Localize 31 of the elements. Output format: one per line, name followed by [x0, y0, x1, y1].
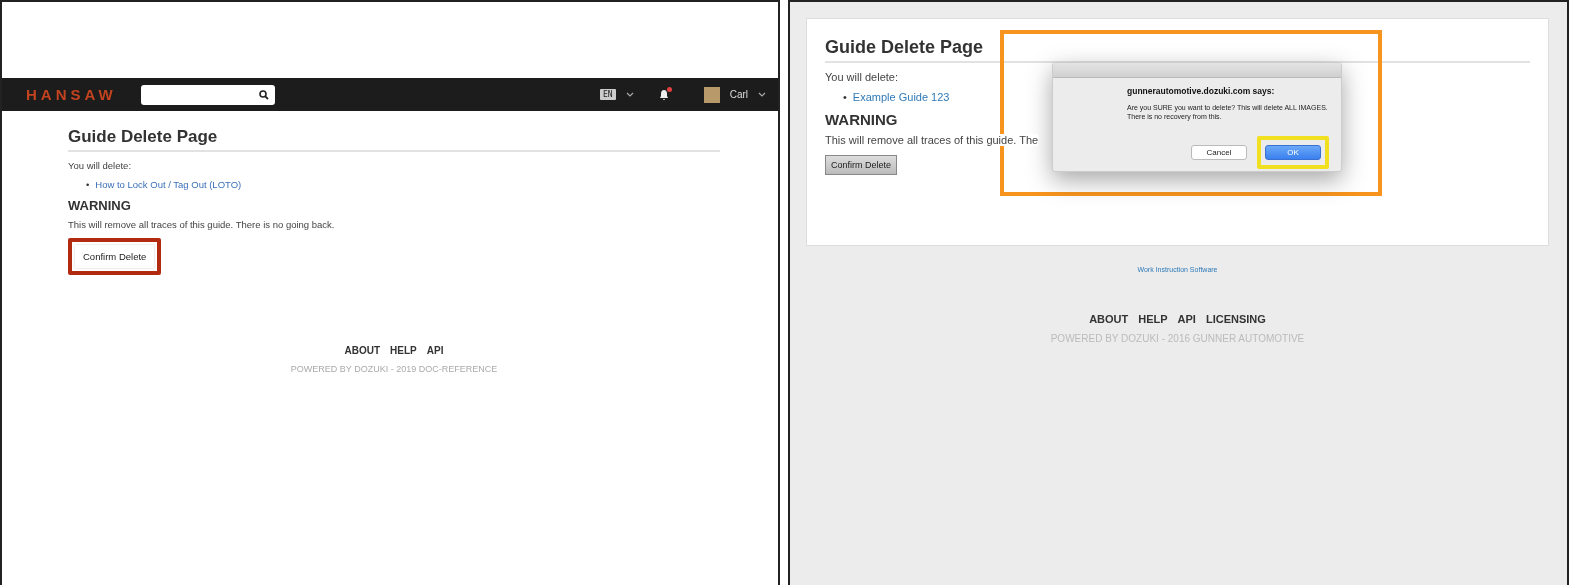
warning-heading: WARNING: [825, 111, 898, 128]
guide-link[interactable]: Example Guide 123: [852, 91, 950, 103]
confirm-delete-button[interactable]: Confirm Delete: [825, 155, 898, 175]
bullet: •: [86, 179, 90, 190]
footer-link[interactable]: LICENSING: [1205, 313, 1266, 325]
footer-link[interactable]: API: [426, 345, 444, 356]
powered-by-text: POWERED BY DOZUKI - 2019 DOC-REFERENCE: [289, 364, 499, 374]
footer-link[interactable]: HELP: [1138, 313, 1168, 325]
chevron-down-icon[interactable]: [758, 91, 766, 98]
page-title: Guide Delete Page: [68, 127, 720, 152]
dialog-button[interactable]: Cancel: [1191, 144, 1247, 160]
warning-heading: WARNING: [68, 198, 131, 213]
bullet: •: [843, 91, 847, 103]
footer-link[interactable]: ABOUT: [344, 345, 381, 356]
footer-link[interactable]: API: [1177, 313, 1196, 325]
dialog-title: gunnerautomotive.dozuki.com says:: [1127, 86, 1276, 96]
search-field[interactable]: [140, 84, 275, 105]
chevron-down-icon[interactable]: [625, 91, 634, 98]
bell-icon[interactable]: [657, 88, 670, 101]
warning-text: This will remove all traces of this guide. There is no going back.: [68, 219, 336, 230]
user-name[interactable]: Carl: [729, 89, 748, 100]
language-selector[interactable]: EN: [600, 89, 616, 100]
confirm-delete-button[interactable]: Confirm Delete: [75, 245, 155, 268]
footer-link[interactable]: ABOUT: [1089, 313, 1129, 325]
intro-text: You will delete:: [825, 71, 898, 83]
intro-text: You will delete:: [68, 160, 133, 171]
warning-text: This will remove all traces of this guide. The: [825, 134, 1039, 146]
search-icon[interactable]: [258, 89, 269, 100]
guide-link[interactable]: How to Lock Out / Tag Out (LOTO): [95, 179, 242, 190]
footer-link[interactable]: HELP: [390, 345, 417, 356]
avatar[interactable]: [703, 86, 720, 103]
